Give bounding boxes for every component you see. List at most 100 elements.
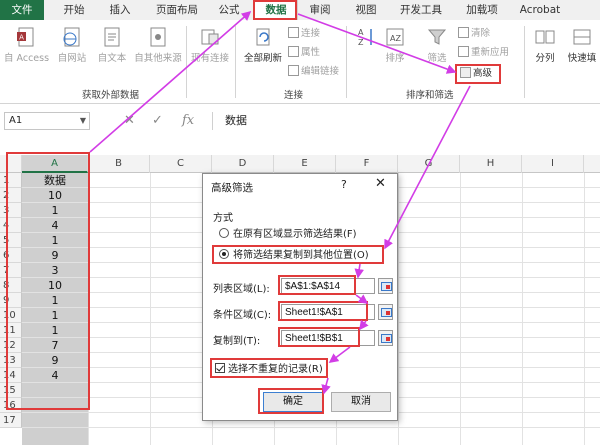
- row-header[interactable]: 9: [0, 293, 22, 308]
- unique-records-checkbox[interactable]: [215, 363, 225, 373]
- cell-a[interactable]: 7: [22, 338, 88, 353]
- flash-fill-button[interactable]: 快速填: [564, 26, 600, 64]
- cancel-button[interactable]: 取消: [331, 392, 391, 412]
- cell-a[interactable]: 9: [22, 248, 88, 263]
- gridline: [22, 427, 600, 428]
- advanced-filter-button[interactable]: 高级: [460, 66, 492, 81]
- tab-review[interactable]: 审阅: [304, 0, 336, 20]
- refresh-all-button[interactable]: 全部刷新: [240, 26, 286, 64]
- existing-connections-button[interactable]: 现有连接: [188, 26, 232, 64]
- clear-filter-button[interactable]: 清除: [458, 26, 490, 41]
- cancel-icon[interactable]: ✕: [124, 113, 135, 128]
- row-header[interactable]: 17: [0, 413, 22, 428]
- column-header-b[interactable]: B: [88, 155, 150, 173]
- option-copy-to-location[interactable]: 将筛选结果复制到其他位置(O): [219, 249, 369, 263]
- gridline: [150, 173, 151, 445]
- radio-in-place[interactable]: [219, 228, 229, 238]
- edit-links-button[interactable]: 编辑链接: [288, 64, 339, 79]
- tab-insert[interactable]: 插入: [104, 0, 136, 20]
- row-header[interactable]: 7: [0, 263, 22, 278]
- cell-a1-header[interactable]: 数据: [22, 173, 88, 188]
- name-box[interactable]: A1 ▼: [4, 112, 90, 130]
- row-header[interactable]: 1: [0, 173, 22, 188]
- cell-a[interactable]: 10: [22, 278, 88, 293]
- row-header[interactable]: 8: [0, 278, 22, 293]
- sort-az-button[interactable]: AZ: [352, 26, 382, 50]
- row-header[interactable]: 6: [0, 248, 22, 263]
- filter-button[interactable]: 筛选: [420, 26, 454, 64]
- criteria-range-label: 条件区域(C):: [213, 310, 272, 321]
- row-header[interactable]: 15: [0, 383, 22, 398]
- radio-copy-to-location[interactable]: [219, 249, 229, 259]
- cell-a[interactable]: 1: [22, 293, 88, 308]
- tab-developer[interactable]: 开发工具: [394, 0, 448, 20]
- row-header[interactable]: 5: [0, 233, 22, 248]
- row-header[interactable]: 4: [0, 218, 22, 233]
- confirm-icon[interactable]: ✓: [152, 113, 163, 128]
- from-other-sources-button[interactable]: 自其他来源: [134, 26, 182, 64]
- column-header-i[interactable]: I: [522, 155, 584, 173]
- tab-acrobat[interactable]: Acrobat: [514, 0, 566, 20]
- svg-text:Z: Z: [358, 38, 364, 47]
- cell-a[interactable]: 10: [22, 188, 88, 203]
- column-header-f[interactable]: F: [336, 155, 398, 173]
- ribbon: A 自 Access 自网站 自文本 自其他来源 现有连接 获取外部数据 全部刷…: [0, 20, 600, 104]
- unique-records-checkbox-row[interactable]: 选择不重复的记录(R): [215, 363, 323, 377]
- cell-a[interactable]: 1: [22, 308, 88, 323]
- range-picker-icon[interactable]: [378, 304, 393, 320]
- fx-icon[interactable]: fx: [182, 113, 194, 128]
- from-web-button[interactable]: 自网站: [52, 26, 92, 64]
- range-picker-icon[interactable]: [378, 278, 393, 294]
- list-range-input[interactable]: [281, 278, 375, 294]
- row-header[interactable]: 12: [0, 338, 22, 353]
- reapply-button[interactable]: 重新应用: [458, 45, 509, 60]
- tab-add-ins[interactable]: 加载项: [460, 0, 504, 20]
- row-header[interactable]: 10: [0, 308, 22, 323]
- row-header[interactable]: 11: [0, 323, 22, 338]
- from-access-button[interactable]: A 自 Access: [4, 26, 49, 64]
- row-header[interactable]: 16: [0, 398, 22, 413]
- row-header[interactable]: 2: [0, 188, 22, 203]
- cell-a[interactable]: 9: [22, 353, 88, 368]
- copy-to-input[interactable]: [281, 330, 375, 346]
- tab-page-layout[interactable]: 页面布局: [148, 0, 206, 20]
- tab-formulas[interactable]: 公式: [213, 0, 245, 20]
- chevron-down-icon[interactable]: ▼: [80, 113, 86, 129]
- column-header-e[interactable]: E: [274, 155, 336, 173]
- help-icon[interactable]: ?: [341, 178, 347, 191]
- cell-a[interactable]: 1: [22, 323, 88, 338]
- gridline: [584, 173, 585, 445]
- row-header[interactable]: 13: [0, 353, 22, 368]
- criteria-range-input[interactable]: [281, 304, 375, 320]
- column-header-a[interactable]: A: [22, 155, 88, 173]
- text-to-columns-button[interactable]: 分列: [528, 26, 562, 64]
- tab-view[interactable]: 视图: [350, 0, 382, 20]
- row-header[interactable]: 14: [0, 368, 22, 383]
- ok-button[interactable]: 确定: [263, 392, 323, 412]
- tab-file[interactable]: 文件: [0, 0, 44, 20]
- cell-a[interactable]: 4: [22, 368, 88, 383]
- column-header-g[interactable]: G: [398, 155, 460, 173]
- column-header-h[interactable]: H: [460, 155, 522, 173]
- flash-fill-icon: [573, 29, 591, 45]
- row-header[interactable]: 3: [0, 203, 22, 218]
- cell-a[interactable]: 3: [22, 263, 88, 278]
- option-in-place[interactable]: 在原有区域显示筛选结果(F): [219, 228, 357, 242]
- cell-a[interactable]: 1: [22, 233, 88, 248]
- range-picker-icon[interactable]: [378, 330, 393, 346]
- close-icon[interactable]: ✕: [375, 176, 386, 191]
- reapply-icon: [458, 46, 469, 57]
- sort-az-icon: AZ: [358, 28, 372, 47]
- from-text-button[interactable]: 自文本: [92, 26, 132, 64]
- formula-input[interactable]: 数据: [212, 112, 598, 130]
- select-all-corner[interactable]: [0, 155, 22, 173]
- tab-data[interactable]: 数据: [254, 0, 298, 20]
- connections-button[interactable]: 连接: [288, 26, 320, 41]
- cell-a[interactable]: 4: [22, 218, 88, 233]
- column-header-c[interactable]: C: [150, 155, 212, 173]
- sort-button[interactable]: AZ 排序: [380, 26, 410, 64]
- tab-home[interactable]: 开始: [58, 0, 90, 20]
- column-header-d[interactable]: D: [212, 155, 274, 173]
- cell-a[interactable]: 1: [22, 203, 88, 218]
- properties-button[interactable]: 属性: [288, 45, 320, 60]
